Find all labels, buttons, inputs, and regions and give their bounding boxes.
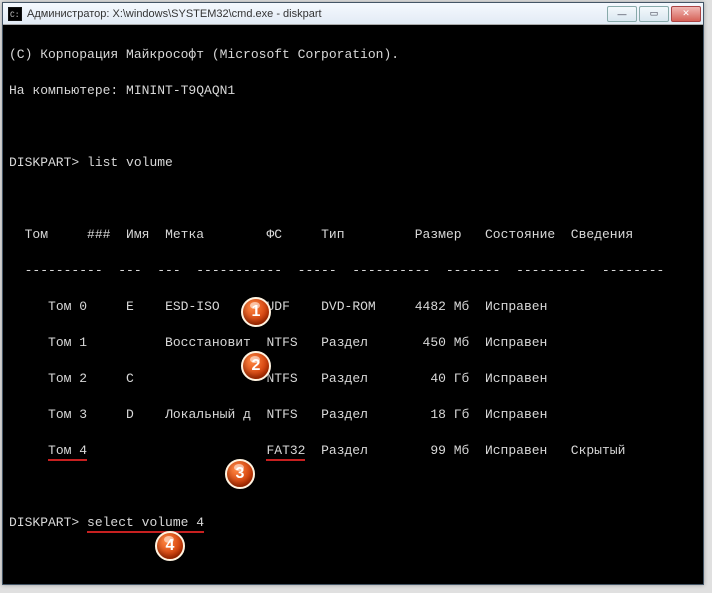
table-row: Том 3 D Локальный д NTFS Раздел 18 Гб Ис… [9, 406, 697, 424]
computer-line: На компьютере: MININT-T9QAQN1 [9, 82, 697, 100]
step-badge-3: 3 [225, 459, 255, 489]
table-divider: ---------- --- --- ----------- ----- ---… [9, 262, 697, 280]
window-controls: — ▭ ✕ [605, 6, 701, 22]
svg-text:C:: C: [10, 11, 20, 20]
table-row: Том 4 FAT32 Раздел 99 Мб Исправен Скрыты… [9, 442, 697, 460]
terminal[interactable]: (C) Корпорация Майкрософт (Microsoft Cor… [3, 25, 703, 584]
table-row: Том 0 E ESD-ISO UDF DVD-ROM 4482 Мб Испр… [9, 298, 697, 316]
copyright-line: (C) Корпорация Майкрософт (Microsoft Cor… [9, 46, 697, 64]
step-badge-2: 2 [241, 351, 271, 381]
minimize-button[interactable]: — [607, 6, 637, 22]
step-badge-1: 1 [241, 297, 271, 327]
table-header: Том ### Имя Метка ФС Тип Размер Состояни… [9, 226, 697, 244]
step-badge-4: 4 [155, 531, 185, 561]
titlebar[interactable]: C: Администратор: X:\windows\SYSTEM32\cm… [3, 3, 703, 25]
maximize-button[interactable]: ▭ [639, 6, 669, 22]
close-button[interactable]: ✕ [671, 6, 701, 22]
cmd-icon: C: [7, 6, 23, 22]
cmd-list-volume: DISKPART> list volume [9, 154, 697, 172]
table-row: Том 2 C NTFS Раздел 40 Гб Исправен [9, 370, 697, 388]
table-row: Том 1 Восстановит NTFS Раздел 450 Мб Исп… [9, 334, 697, 352]
cmd-window: C: Администратор: X:\windows\SYSTEM32\cm… [2, 2, 704, 585]
window-title: Администратор: X:\windows\SYSTEM32\cmd.e… [27, 8, 605, 20]
cmd-select-volume: DISKPART> select volume 4 [9, 514, 697, 532]
